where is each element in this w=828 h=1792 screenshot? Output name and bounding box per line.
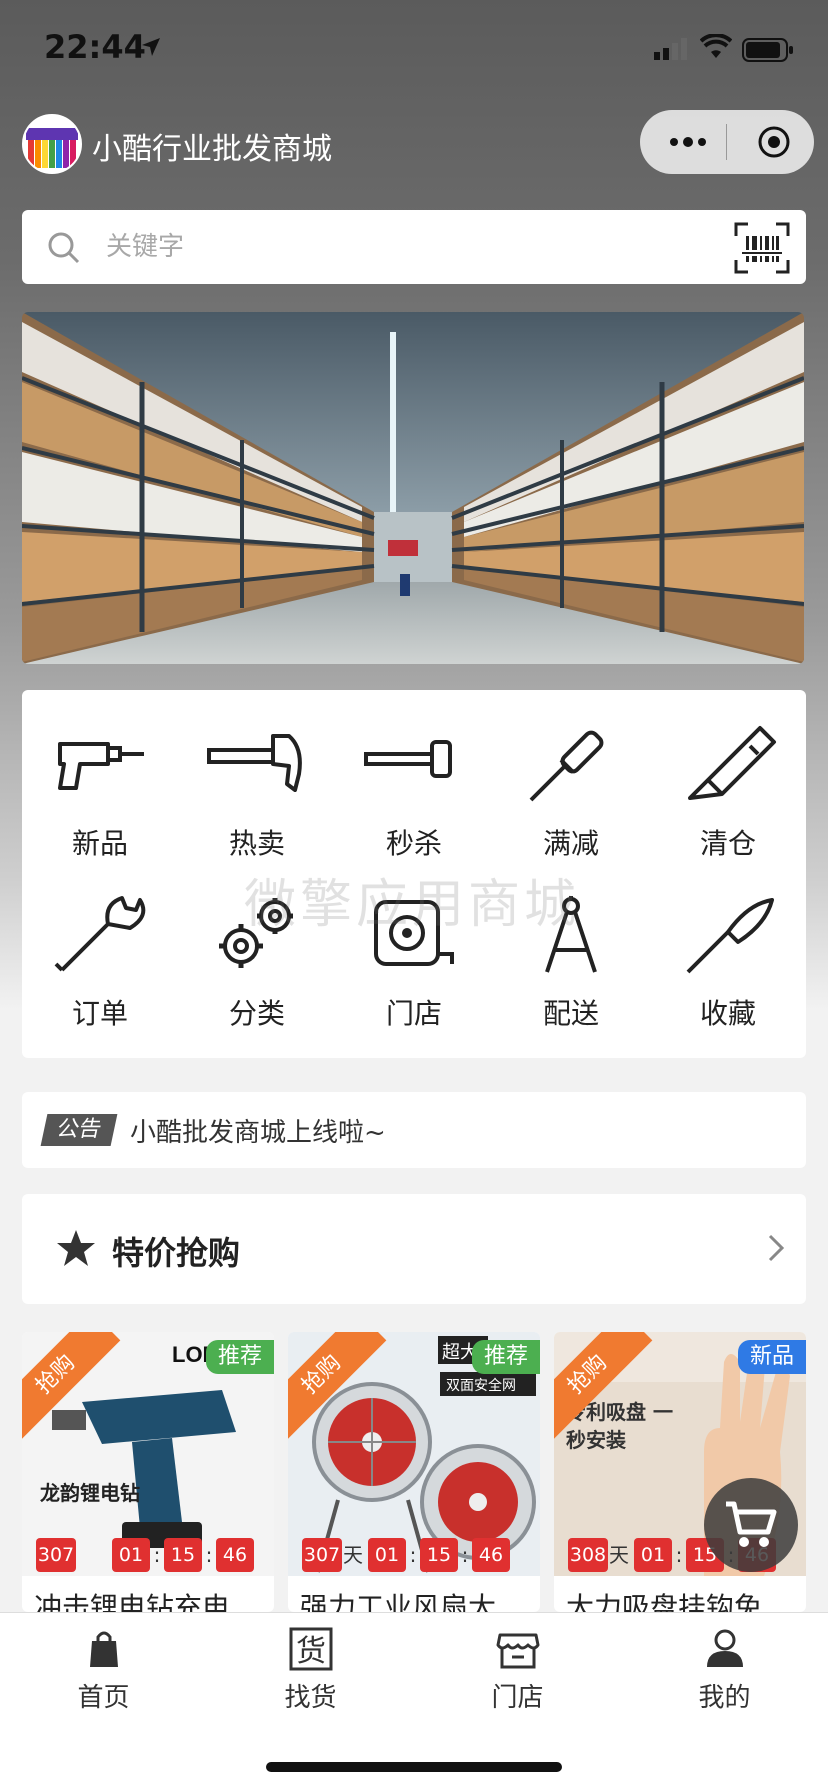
cart-icon bbox=[726, 1501, 777, 1547]
grid-item-label: 订单 bbox=[71, 997, 128, 1030]
grid-item-label: 分类 bbox=[228, 997, 285, 1030]
battery-icon bbox=[742, 38, 794, 66]
more-icon[interactable] bbox=[668, 128, 712, 160]
mallet-icon bbox=[364, 740, 452, 778]
cellular-signal-icon bbox=[654, 38, 688, 64]
grid-item-favorites[interactable]: 收藏 bbox=[650, 872, 806, 1032]
tab-label: 首页 bbox=[77, 1683, 130, 1713]
bag-icon bbox=[90, 1631, 118, 1667]
countdown-hours: 01 bbox=[634, 1538, 672, 1572]
drill-icon bbox=[58, 742, 144, 790]
grid-item-flash-sale[interactable]: 秒杀 bbox=[336, 702, 492, 862]
product-image-caption: 龙韵锂电钻 bbox=[40, 1481, 140, 1505]
tab-find-goods[interactable]: 货 找货 bbox=[207, 1627, 414, 1717]
grid-item-discount[interactable]: 满减 bbox=[493, 702, 649, 862]
grid-item-label: 配送 bbox=[542, 997, 599, 1030]
grid-item-label: 门店 bbox=[385, 997, 442, 1030]
tab-label: 找货 bbox=[284, 1683, 337, 1713]
product-badge: 推荐 bbox=[471, 1340, 540, 1374]
tab-label: 门店 bbox=[491, 1683, 544, 1713]
store-icon bbox=[496, 1633, 540, 1669]
countdown-separator: : bbox=[205, 1543, 213, 1567]
search-icon bbox=[46, 230, 82, 270]
countdown-separator: : bbox=[675, 1543, 683, 1567]
countdown-separator: : bbox=[409, 1543, 417, 1567]
notice-bar[interactable]: 公告 小酷批发商城上线啦~ bbox=[22, 1092, 806, 1168]
countdown-hours: 01 bbox=[368, 1538, 406, 1572]
countdown-separator: : bbox=[153, 1543, 161, 1567]
product-badge: 新品 bbox=[737, 1340, 806, 1374]
grid-item-new[interactable]: 新品 bbox=[22, 702, 178, 862]
barcode-scan-icon[interactable] bbox=[734, 222, 790, 278]
home-indicator[interactable] bbox=[266, 1762, 562, 1772]
product-card[interactable]: LONVUM 龙韵锂电钻 抢购 推荐 307 01 : 15 : 46 冲击锂电… bbox=[22, 1332, 274, 1612]
countdown-hours: 01 bbox=[112, 1538, 150, 1572]
status-time: 22:44 bbox=[44, 28, 146, 66]
status-bar: 22:44 bbox=[0, 0, 828, 100]
grid-item-orders[interactable]: 订单 bbox=[22, 872, 178, 1032]
grid-item-hot[interactable]: 热卖 bbox=[179, 702, 335, 862]
search-bar[interactable] bbox=[22, 210, 806, 284]
countdown-days: 308 bbox=[568, 1538, 608, 1572]
grid-item-label: 秒杀 bbox=[385, 827, 442, 860]
countdown-day-unit: 天 bbox=[609, 1543, 629, 1567]
countdown-minutes: 15 bbox=[164, 1538, 202, 1572]
svg-text:货: 货 bbox=[296, 1634, 326, 1669]
countdown-minutes: 15 bbox=[420, 1538, 458, 1572]
goods-icon: 货 bbox=[289, 1627, 333, 1671]
user-icon bbox=[707, 1629, 743, 1667]
notice-text: 小酷批发商城上线啦~ bbox=[130, 1118, 386, 1148]
utility-knife-icon bbox=[688, 726, 776, 800]
brush-icon bbox=[686, 898, 774, 974]
tab-store[interactable]: 门店 bbox=[414, 1627, 621, 1717]
special-sale-header[interactable]: 特价抢购 bbox=[22, 1194, 806, 1304]
countdown-day-unit: 天 bbox=[343, 1543, 363, 1567]
product-card[interactable]: 专利吸盘 一秒安装 抢购 新品 308 天 01 : 15 : 46 大力吸盘挂… bbox=[554, 1332, 806, 1612]
mini-program-header: 小酷行业批发商城 bbox=[0, 110, 828, 190]
tab-label: 我的 bbox=[698, 1683, 751, 1713]
countdown-days: 307 bbox=[36, 1538, 76, 1572]
countdown-seconds: 46 bbox=[216, 1538, 254, 1572]
product-card[interactable]: 超大 双面安全网 抢购 推荐 307 天 01 : 15 : 46 强力工业风扇… bbox=[288, 1332, 540, 1612]
product-name: 大力吸盘挂钩免 bbox=[566, 1591, 763, 1612]
countdown-separator: : bbox=[461, 1543, 469, 1567]
product-name: 冲击锂电钻充电 bbox=[34, 1591, 231, 1612]
special-sale-title: 特价抢购 bbox=[112, 1234, 241, 1272]
product-image-caption: 双面安全网 bbox=[446, 1377, 516, 1394]
tab-profile[interactable]: 我的 bbox=[621, 1627, 828, 1717]
wifi-icon bbox=[699, 33, 733, 64]
product-name: 强力工业风扇大 bbox=[300, 1591, 497, 1612]
wrench-icon bbox=[54, 896, 146, 972]
tab-home[interactable]: 首页 bbox=[0, 1627, 207, 1717]
banner-image[interactable] bbox=[22, 312, 804, 664]
product-badge: 推荐 bbox=[205, 1340, 274, 1374]
app-title: 小酷行业批发商城 bbox=[92, 132, 332, 167]
cart-button[interactable] bbox=[704, 1478, 798, 1572]
close-target-icon[interactable] bbox=[756, 124, 792, 164]
grid-item-clearance[interactable]: 清仓 bbox=[650, 702, 806, 862]
star-icon bbox=[56, 1228, 96, 1272]
chevron-right-icon[interactable] bbox=[766, 1232, 786, 1268]
screwdriver-icon bbox=[529, 730, 604, 802]
hammer-icon bbox=[207, 734, 302, 792]
grid-item-label: 新品 bbox=[71, 827, 128, 860]
countdown-days: 307 bbox=[302, 1538, 342, 1572]
location-arrow-icon bbox=[140, 36, 162, 62]
grid-item-label: 清仓 bbox=[699, 827, 756, 860]
countdown-seconds: 46 bbox=[472, 1538, 510, 1572]
notice-tag: 公告 bbox=[40, 1114, 118, 1146]
search-input[interactable] bbox=[106, 226, 666, 268]
mini-program-capsule bbox=[640, 110, 814, 174]
grid-item-label: 满减 bbox=[542, 827, 599, 860]
capsule-divider bbox=[726, 124, 727, 160]
grid-item-label: 热卖 bbox=[228, 827, 285, 860]
app-logo bbox=[22, 114, 82, 174]
watermark: 微擎应用商城 bbox=[244, 875, 581, 935]
grid-item-label: 收藏 bbox=[699, 997, 756, 1030]
